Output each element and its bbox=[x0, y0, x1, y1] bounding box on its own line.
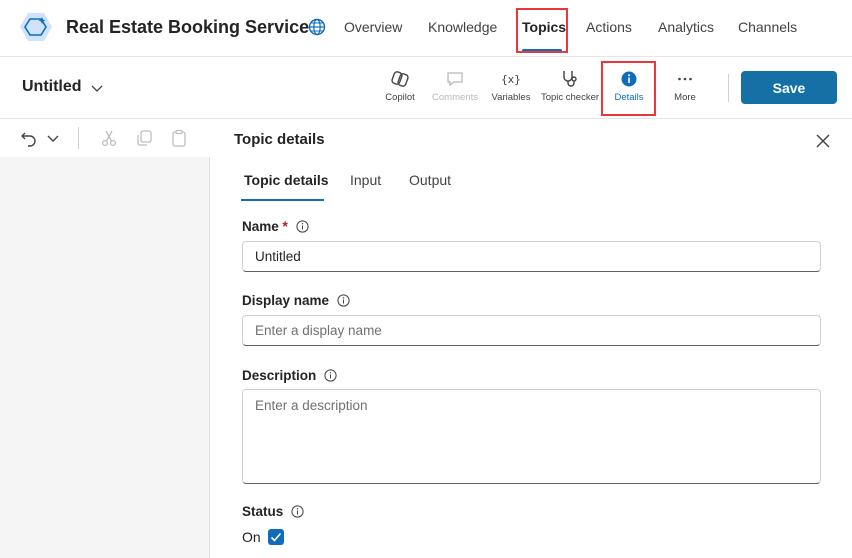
variables-label: Variables bbox=[491, 92, 531, 103]
topic-toolbar: Untitled Copilot Comments {x} Variables … bbox=[0, 57, 852, 119]
copilot-button[interactable]: Copilot bbox=[383, 69, 417, 103]
tab-channels[interactable]: Channels bbox=[738, 19, 797, 35]
toolbar-divider bbox=[728, 74, 729, 102]
app-title: Real Estate Booking Service bbox=[66, 17, 310, 37]
tab-input[interactable]: Input bbox=[350, 172, 381, 188]
tab-actions[interactable]: Actions bbox=[586, 19, 632, 35]
save-button[interactable]: Save bbox=[741, 71, 837, 104]
details-highlight-box bbox=[601, 61, 656, 116]
stethoscope-icon bbox=[563, 71, 577, 87]
info-icon[interactable] bbox=[295, 220, 309, 233]
top-bar: Real Estate Booking Service Overview Kno… bbox=[0, 0, 852, 57]
undo-icon[interactable] bbox=[20, 129, 38, 147]
topic-details-panel: Topic details Topic details Input Output… bbox=[211, 119, 852, 558]
description-label-text: Description bbox=[242, 368, 317, 383]
paste-icon[interactable] bbox=[170, 129, 188, 147]
display-name-label: Display name bbox=[242, 293, 350, 308]
name-label: Name * bbox=[242, 219, 309, 234]
more-button[interactable]: More bbox=[668, 69, 702, 103]
required-asterisk: * bbox=[282, 219, 288, 234]
tab-overview[interactable]: Overview bbox=[344, 19, 402, 35]
display-name-field[interactable] bbox=[242, 315, 821, 346]
description-label: Description bbox=[242, 368, 337, 383]
authoring-canvas[interactable] bbox=[0, 119, 210, 558]
status-checkbox[interactable] bbox=[268, 529, 284, 545]
topics-highlight-box bbox=[516, 8, 568, 53]
checkmark-icon bbox=[270, 532, 282, 542]
tab-output[interactable]: Output bbox=[409, 172, 451, 188]
chevron-down-icon[interactable] bbox=[90, 81, 104, 95]
status-label: Status bbox=[242, 504, 304, 519]
panel-title: Topic details bbox=[234, 131, 325, 148]
topic-checker-button[interactable]: Topic checker bbox=[539, 69, 601, 103]
copy-icon[interactable] bbox=[135, 129, 153, 147]
name-label-text: Name bbox=[242, 219, 279, 234]
variables-button[interactable]: {x} Variables bbox=[491, 69, 531, 103]
app-logo-icon bbox=[20, 13, 52, 41]
comments-button[interactable]: Comments bbox=[430, 69, 480, 103]
info-icon[interactable] bbox=[324, 369, 337, 382]
comments-label: Comments bbox=[432, 92, 478, 103]
chevron-down-icon[interactable] bbox=[44, 129, 62, 147]
info-icon[interactable] bbox=[291, 505, 304, 518]
canvas-toolbar-divider bbox=[78, 127, 79, 149]
description-field[interactable] bbox=[242, 389, 821, 484]
topic-checker-label: Topic checker bbox=[540, 92, 600, 103]
globe-icon[interactable] bbox=[308, 18, 326, 36]
close-icon[interactable] bbox=[815, 133, 831, 149]
copilot-label: Copilot bbox=[385, 92, 415, 103]
display-name-label-text: Display name bbox=[242, 293, 330, 308]
tab-analytics[interactable]: Analytics bbox=[658, 19, 714, 35]
more-label: More bbox=[674, 92, 696, 103]
comment-icon bbox=[447, 72, 463, 87]
status-label-text: Status bbox=[242, 504, 284, 519]
more-icon bbox=[678, 77, 692, 81]
info-icon[interactable] bbox=[337, 294, 350, 307]
name-field[interactable] bbox=[242, 241, 821, 272]
svg-text:{x}: {x} bbox=[501, 73, 521, 86]
copilot-icon bbox=[391, 71, 409, 87]
cut-icon[interactable] bbox=[100, 129, 118, 147]
variables-icon: {x} bbox=[501, 73, 521, 86]
status-value: On bbox=[242, 529, 261, 545]
canvas-toolbar bbox=[0, 119, 210, 157]
tab-knowledge[interactable]: Knowledge bbox=[428, 19, 497, 35]
topic-title[interactable]: Untitled bbox=[22, 78, 82, 96]
tab-topic-details[interactable]: Topic details bbox=[244, 172, 329, 188]
active-panel-tab-indicator bbox=[241, 199, 324, 201]
